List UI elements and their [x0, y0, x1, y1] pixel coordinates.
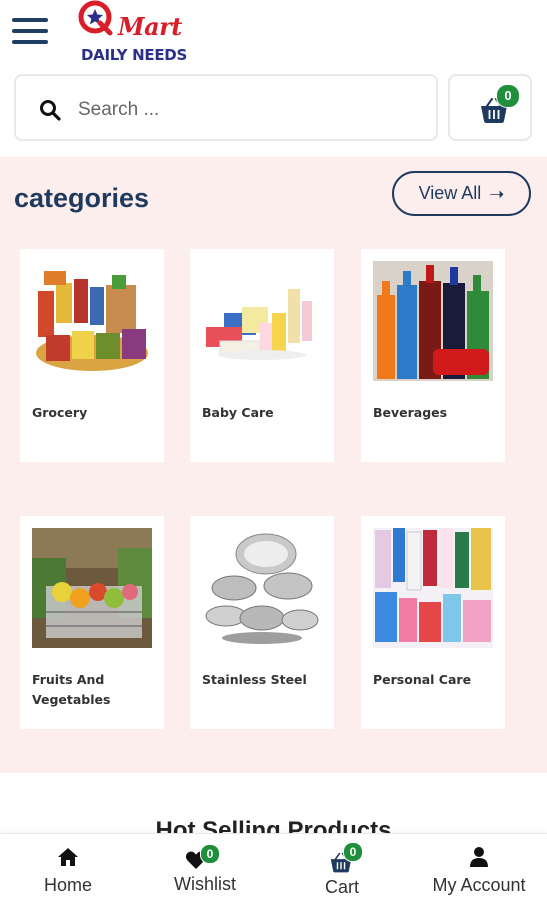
- nav-label: Cart: [324, 877, 359, 897]
- nav-cart[interactable]: 0 Cart: [300, 834, 384, 901]
- view-all-button[interactable]: View All ➝: [392, 171, 531, 216]
- category-card-fruits-and-vegetables[interactable]: Fruits And Vegetables: [20, 516, 164, 729]
- search-icon[interactable]: [38, 98, 62, 122]
- category-label: Fruits And Vegetables: [32, 672, 111, 707]
- brand-logo[interactable]: Mart DAILY NEEDS: [78, 0, 187, 68]
- nav-label: Home: [43, 875, 92, 895]
- cart-count-badge: 0: [343, 842, 363, 862]
- header-cart-button[interactable]: 0: [448, 74, 532, 141]
- stainless-steel-image: [202, 528, 322, 648]
- arrow-right-icon: ➝: [489, 183, 505, 204]
- view-all-label: View All: [418, 183, 482, 203]
- category-card-stainless-steel[interactable]: Stainless Steel: [190, 516, 334, 729]
- hot-selling-section: Hot Selling Products: [0, 773, 547, 844]
- category-card-beverages[interactable]: Beverages: [361, 249, 505, 462]
- logo-tagline: DAILY NEEDS: [81, 46, 187, 64]
- category-label: Personal Care: [373, 672, 472, 687]
- category-label: Grocery: [32, 405, 88, 420]
- user-icon: [470, 847, 488, 867]
- home-icon: [58, 848, 78, 866]
- grocery-image: [32, 261, 152, 381]
- logo-word: Mart: [118, 12, 182, 41]
- nav-label: Wishlist: [174, 874, 236, 894]
- categories-section: categories View All ➝ Grocery Baby Care …: [0, 157, 547, 773]
- cart-count-badge: 0: [496, 84, 520, 108]
- category-label: Stainless Steel: [202, 672, 307, 687]
- bottom-navigation: Home 0 Wishlist 0 Cart My Account: [0, 833, 547, 901]
- category-label: Baby Care: [202, 405, 274, 420]
- baby-care-image: [202, 261, 322, 381]
- search-bar[interactable]: [14, 74, 438, 141]
- category-card-baby-care[interactable]: Baby Care: [190, 249, 334, 462]
- search-input[interactable]: [76, 92, 420, 128]
- fruits-vegetables-image: [32, 528, 152, 648]
- personal-care-image: [373, 528, 493, 648]
- section-title: categories: [14, 183, 150, 213]
- nav-wishlist[interactable]: 0 Wishlist: [156, 834, 254, 901]
- nav-home[interactable]: Home: [20, 834, 116, 901]
- wishlist-count-badge: 0: [200, 844, 220, 864]
- logo-q-mark: [78, 0, 113, 36]
- category-card-grocery[interactable]: Grocery: [20, 249, 164, 462]
- beverages-image: [373, 261, 493, 381]
- nav-label: My Account: [432, 875, 526, 895]
- category-label: Beverages: [373, 405, 448, 420]
- category-card-personal-care[interactable]: Personal Care: [361, 516, 505, 729]
- nav-my-account[interactable]: My Account: [420, 834, 538, 901]
- hamburger-menu-icon[interactable]: [12, 18, 48, 48]
- app-header: Mart DAILY NEEDS 0: [0, 0, 547, 157]
